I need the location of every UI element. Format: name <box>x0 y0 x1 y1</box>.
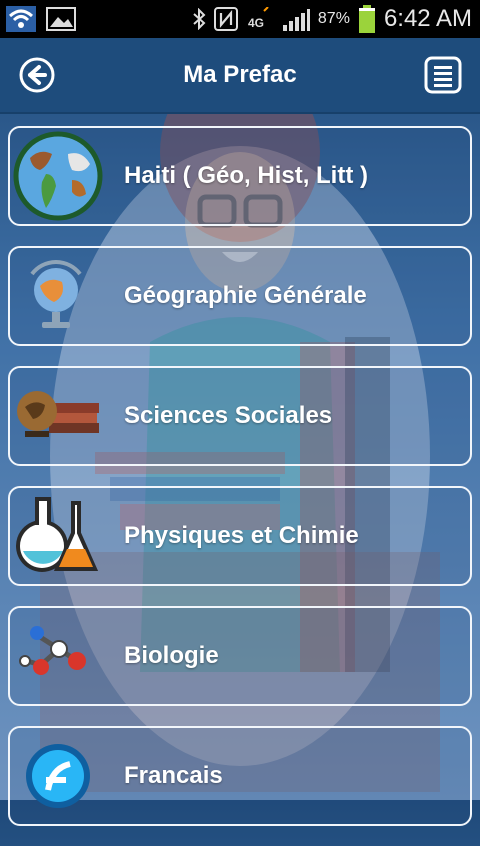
subject-label: Francais <box>124 762 223 789</box>
subject-label: Haiti ( Géo, Hist, Litt ) <box>124 162 368 189</box>
bluetooth-icon <box>192 8 206 30</box>
app-header: Ma Prefac <box>0 38 480 114</box>
desk-globe-icon <box>10 248 106 344</box>
subject-item-sciences-sociales[interactable]: Sciences Sociales <box>8 366 472 466</box>
lab-flask-icon <box>10 488 106 584</box>
globe-icon <box>10 128 106 224</box>
antique-globe-books-icon <box>10 368 106 464</box>
status-bar: 4G 87% 6:42 AM <box>0 0 480 38</box>
subject-label: Géographie Générale <box>124 282 367 309</box>
menu-button[interactable] <box>424 56 462 94</box>
status-right: 4G 87% 6:42 AM <box>192 5 480 33</box>
status-left <box>0 6 76 32</box>
signal-icon <box>282 7 310 31</box>
subject-label: Sciences Sociales <box>124 402 333 429</box>
battery-percent: 87% <box>317 10 350 27</box>
wifi-icon <box>6 6 36 32</box>
subject-label: Physiques et Chimie <box>124 522 359 549</box>
subject-label: Biologie <box>124 642 219 669</box>
french-app-icon <box>10 728 106 824</box>
nfc-icon <box>213 7 238 31</box>
subjects-list: Haiti ( Géo, Hist, Litt ) Géographie Gén… <box>8 126 472 846</box>
subject-item-haiti[interactable]: Haiti ( Géo, Hist, Litt ) <box>8 126 472 226</box>
subject-item-francais[interactable]: Francais <box>8 726 472 826</box>
page-title: Ma Prefac <box>183 61 297 88</box>
back-arrow-icon <box>19 57 55 93</box>
subject-item-geographie[interactable]: Géographie Générale <box>8 246 472 346</box>
image-icon <box>46 7 76 31</box>
subject-item-biologie[interactable]: Biologie <box>8 606 472 706</box>
battery-icon <box>358 5 376 33</box>
clock: 6:42 AM <box>383 5 472 32</box>
menu-icon <box>424 56 462 94</box>
back-button[interactable] <box>18 56 56 94</box>
svg-text:4G: 4G <box>248 16 264 30</box>
molecule-icon <box>10 608 106 704</box>
subject-item-physiques-chimie[interactable]: Physiques et Chimie <box>8 486 472 586</box>
network-4g-icon: 4G <box>246 7 274 31</box>
